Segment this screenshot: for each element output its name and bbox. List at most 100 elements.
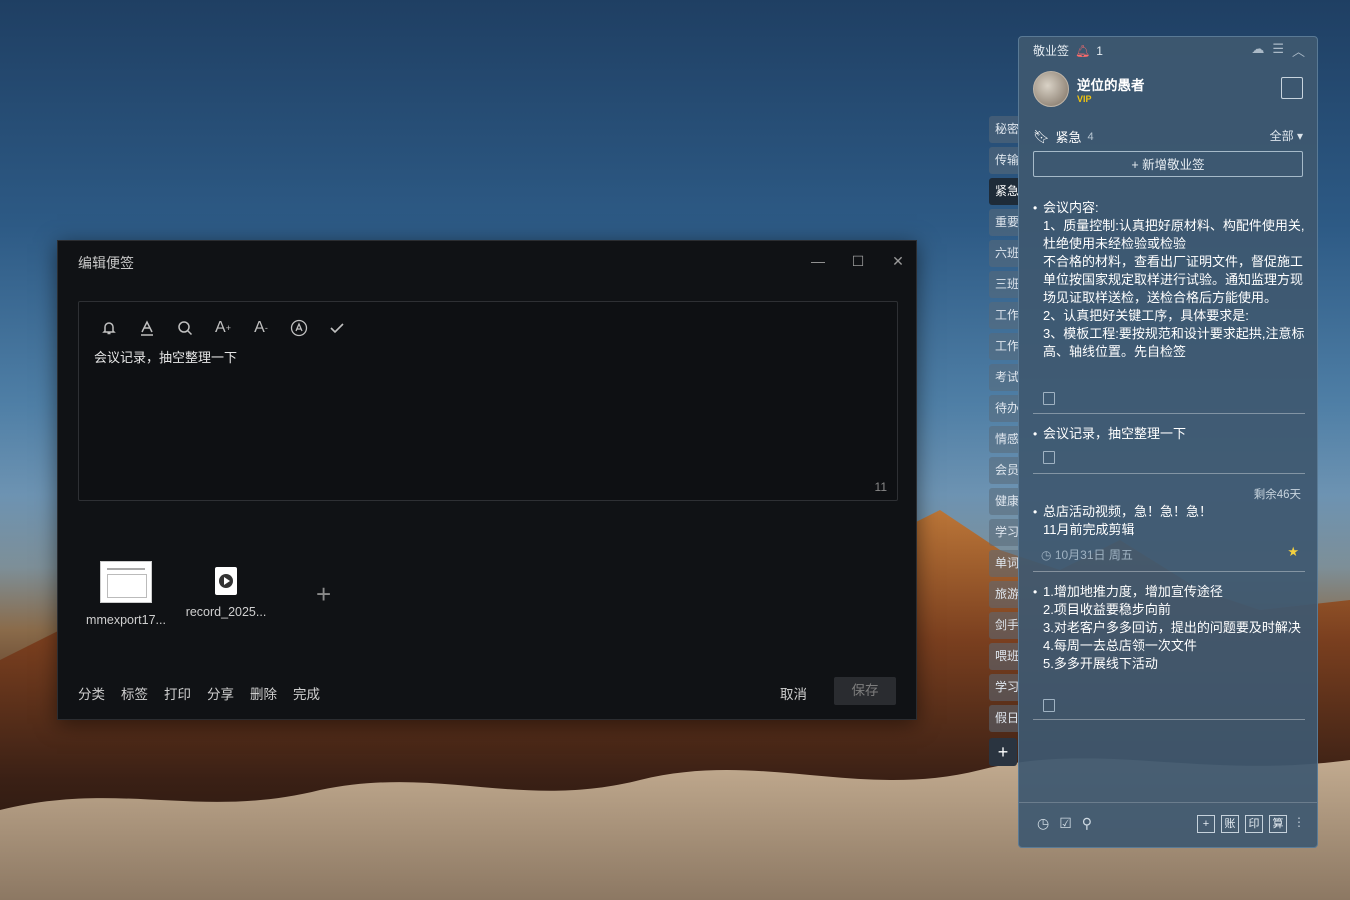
note-editor[interactable]: A + A- 会议记录，抽空整理一下 11 (78, 301, 898, 501)
category-name: 紧急 (1055, 130, 1082, 145)
font-style-icon[interactable] (287, 316, 311, 340)
tab-category[interactable]: 六班 (989, 240, 1019, 267)
cancel-button[interactable]: 取消 (780, 683, 807, 703)
tab-category[interactable]: 学习 (989, 519, 1019, 546)
panel-footer: ◷ ☑ ⚲ + 账 印 算 ⋮ (1019, 802, 1317, 847)
username: 逆位的愚者 (1077, 78, 1145, 93)
sticky-notes-panel: 敬业签 🔔︎ 1 ☁ ☰ ︿ 逆位的愚者 VIP 🔖︎ 紧急 4 全部 ▾ + … (1018, 36, 1318, 848)
search-icon[interactable]: ⚲ (1082, 815, 1092, 832)
close-icon[interactable]: ✕ (888, 251, 908, 271)
tab-category[interactable]: 假日 (989, 705, 1019, 732)
add-icon[interactable]: + (1197, 815, 1215, 833)
editor-footer: 分类 标签 打印 分享 删除 完成 (78, 683, 320, 703)
note-lock-icon (1043, 699, 1055, 712)
tab-category[interactable]: 旅游 (989, 581, 1019, 608)
category-count: 4 (1087, 130, 1094, 143)
check-icon[interactable] (325, 316, 349, 340)
avatar[interactable] (1033, 71, 1069, 107)
tab-category[interactable]: 待办 (989, 395, 1019, 422)
maximize-icon[interactable]: ☐ (848, 251, 868, 271)
tab-category[interactable]: 学习 (989, 674, 1019, 701)
font-decrease-icon[interactable]: A- (249, 316, 273, 340)
note-text: 总店活动视频，急！急！急！ 11月前完成剪辑 (1043, 504, 1213, 537)
calculator-icon[interactable]: 算 (1269, 815, 1287, 833)
print-button[interactable]: 打印 (164, 683, 191, 703)
tab-category[interactable]: 工作 (989, 333, 1019, 360)
category-header: 🔖︎ 紧急 4 (1033, 127, 1094, 146)
notification-count: 1 (1096, 43, 1103, 58)
note-text: 会议记录，抽空整理一下 (1043, 426, 1187, 441)
filter-dropdown[interactable]: 全部 ▾ (1270, 127, 1303, 144)
category-button[interactable]: 分类 (78, 683, 105, 703)
user-profile[interactable]: 逆位的愚者 VIP (1033, 71, 1145, 107)
note-content[interactable]: 会议记录，抽空整理一下 (94, 347, 237, 366)
tab-category[interactable]: 单词 (989, 550, 1019, 577)
audio-file-icon (215, 567, 237, 595)
note-item[interactable]: • 会议内容: 1、质量控制:认真把好原材料、构配件使用关,杜绝使用未经检验或检… (1033, 199, 1305, 385)
footer-right-icons: + 账 印 算 ⋮ (1197, 815, 1305, 833)
bookmark-icon: 🔖︎ (1033, 128, 1050, 144)
note-item[interactable]: • 1.增加地推力度，增加宣传途径 2.项目收益要稳步向前 3.对老客户多多回访… (1033, 583, 1305, 673)
app-name: 敬业签 (1033, 44, 1070, 58)
reminder-date: ◷ 10月31日 周五 (1041, 548, 1133, 562)
remaining-days: 剩余46天 (1253, 489, 1301, 501)
divider (1033, 719, 1305, 720)
tab-category[interactable]: 传输 (989, 147, 1019, 174)
tab-category[interactable]: 秘密 (989, 116, 1019, 143)
minimize-icon[interactable]: — (808, 251, 828, 271)
collapse-icon[interactable]: ︿ (1292, 41, 1305, 60)
tab-category[interactable]: 重要 (989, 209, 1019, 236)
clock-icon[interactable]: ◷ (1037, 815, 1049, 832)
font-increase-icon[interactable]: A + (211, 316, 235, 340)
print-icon[interactable]: 印 (1245, 815, 1263, 833)
tab-category[interactable]: 剑手 (989, 612, 1019, 639)
text-color-icon[interactable] (135, 316, 159, 340)
divider (1033, 413, 1305, 414)
checklist-icon[interactable]: ☑ (1059, 815, 1072, 832)
image-thumbnail (100, 561, 152, 603)
calendar-icon[interactable] (1281, 77, 1303, 99)
notification-bell-icon[interactable]: 🔔︎ (1075, 44, 1090, 58)
window-title: 编辑便签 (78, 255, 134, 271)
share-button[interactable]: 分享 (207, 683, 234, 703)
attachment-audio[interactable]: record_2025... (181, 561, 271, 619)
cloud-sync-icon[interactable]: ☁ (1251, 41, 1264, 60)
note-text: 会议内容: 1、质量控制:认真把好原材料、构配件使用关,杜绝使用未经检验或检验 … (1043, 200, 1305, 359)
attachment-name: mmexport17... (86, 613, 166, 627)
menu-icon[interactable]: ☰ (1272, 41, 1284, 60)
footer-left-icons: ◷ ☑ ⚲ (1037, 815, 1092, 832)
panel-header-icons: ☁ ☰ ︿ (1251, 41, 1305, 60)
star-icon[interactable]: ★ (1287, 544, 1299, 560)
divider (1033, 571, 1305, 572)
editor-toolbar: A + A- (97, 316, 349, 340)
tab-category[interactable]: 会员 (989, 457, 1019, 484)
note-item[interactable]: • 总店活动视频，急！急！急！ 11月前完成剪辑 (1033, 503, 1305, 539)
char-count: 11 (874, 480, 887, 494)
account-icon[interactable]: 账 (1221, 815, 1239, 833)
search-icon[interactable] (173, 316, 197, 340)
tab-category[interactable]: 喂班 (989, 643, 1019, 670)
tab-category[interactable]: 情感 (989, 426, 1019, 453)
note-lock-icon (1043, 392, 1055, 405)
delete-button[interactable]: 删除 (250, 683, 277, 703)
new-note-button[interactable]: + 新增敬业签 (1033, 151, 1303, 177)
attachment-name: record_2025... (185, 605, 267, 619)
note-text: 1.增加地推力度，增加宣传途径 2.项目收益要稳步向前 3.对老客户多多回访，提… (1043, 584, 1301, 671)
divider (1033, 473, 1305, 474)
complete-button[interactable]: 完成 (293, 683, 320, 703)
tab-category[interactable]: 三班 (989, 271, 1019, 298)
tab-category[interactable]: 考试 (989, 364, 1019, 391)
tab-category[interactable]: 工作 (989, 302, 1019, 329)
attachment-image[interactable]: mmexport17... (81, 561, 171, 627)
more-icon[interactable]: ⋮ (1293, 815, 1305, 833)
tab-category-active[interactable]: 紧急 (989, 178, 1019, 205)
note-item[interactable]: • 会议记录，抽空整理一下 (1033, 425, 1305, 443)
save-button[interactable]: 保存 (834, 677, 896, 705)
add-category-button[interactable]: + (989, 738, 1017, 766)
note-lock-icon (1043, 451, 1055, 464)
bell-icon[interactable] (97, 316, 121, 340)
add-attachment-button[interactable]: + (316, 579, 331, 610)
tab-category[interactable]: 健康 (989, 488, 1019, 515)
edit-note-window: 编辑便签 — ☐ ✕ A + A- 会议记录，抽空整理一下 11 mmexpor… (57, 240, 917, 720)
tag-button[interactable]: 标签 (121, 683, 148, 703)
